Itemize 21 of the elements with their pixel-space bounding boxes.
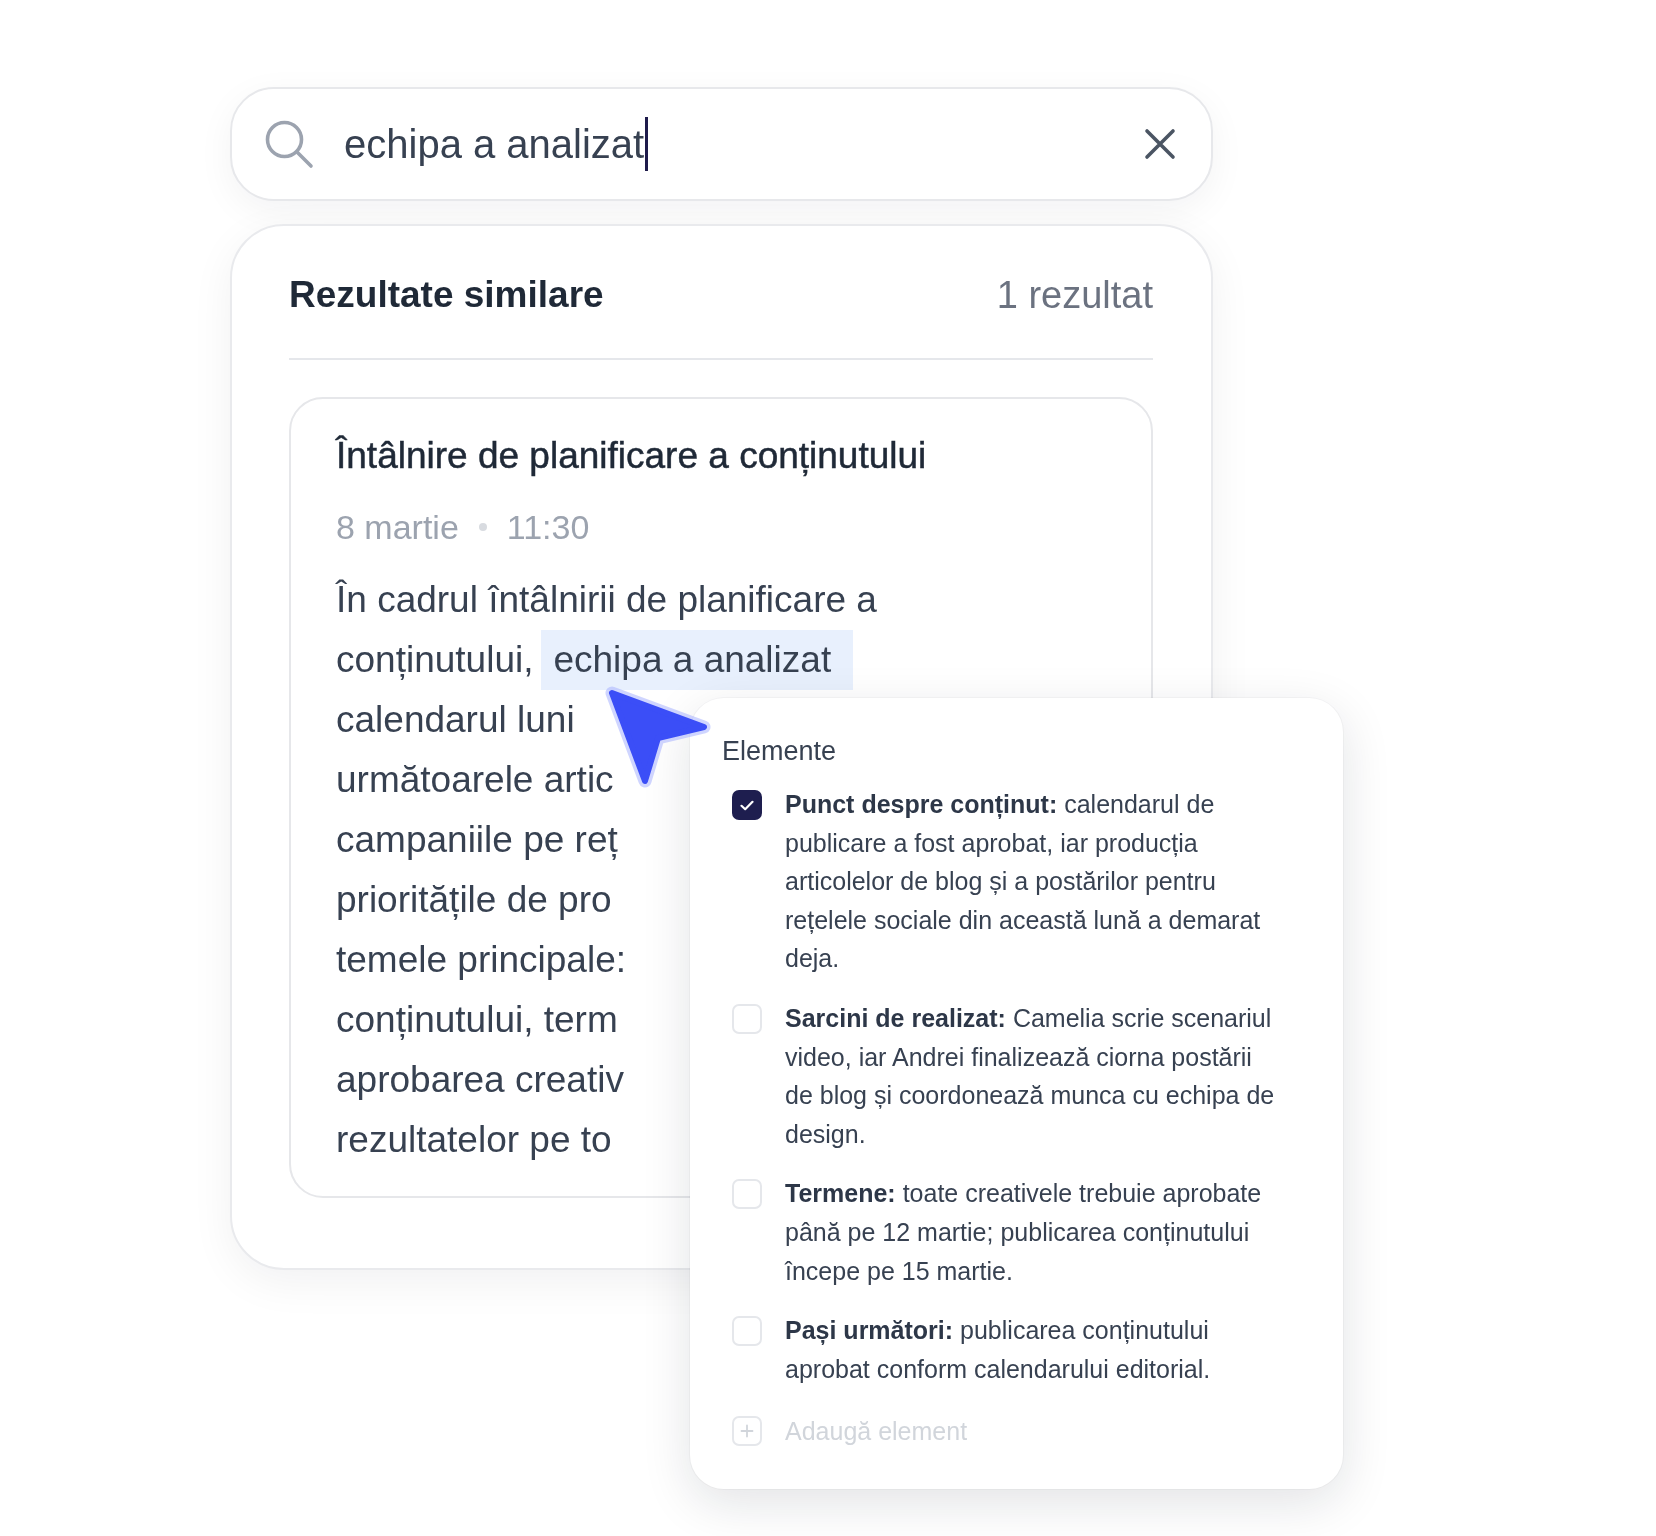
meeting-title: Întâlnire de planificare a conținutului [336,434,928,478]
checklist-item-text: Sarcini de realizat: Camelia scrie scenariul video, iar Andrei finalizează ciorna postării de blog și coordonează munca cu echipa de design. [785,1002,1276,1150]
summary-text: temele principale: [336,938,626,982]
summary-text: conținutului, term [336,998,618,1042]
results-count: 1 rezultat [996,273,1153,317]
checklist-item-text: Punct despre conținut: calendarul de publicare a fost aprobat, iar producția articolelor de blog și a postărilor pentru rețelele sociale din această lună a demarat deja. [785,789,1262,975]
results-heading: Rezultate similare [289,273,604,317]
popup-title: Elemente [722,735,838,768]
summary-text: În cadrul întâlnirii de planificare a [336,578,877,622]
summary-text: campaniile pe reț [336,818,618,862]
summary-text: următoarele artic [336,758,614,802]
checklist-item-text: Pași următori: publicarea conținutului aprobat conform calendarului editorial. [785,1315,1212,1385]
highlighted-match: echipa a analizat [541,630,854,690]
checklist-item-text: Termene: toate creativele trebuie aprobate până pe 12 martie; publicarea conținutului începe pe 15 martie. [785,1178,1263,1287]
summary-text: prioritățile de pro [336,878,612,922]
summary-text: aprobarea creativ [336,1058,624,1102]
summary-text: rezultatelor pe to [336,1118,612,1162]
meeting-date: 8 martie [336,507,459,548]
summary-text: calendarul luni [336,698,575,742]
meeting-time: 11:30 [506,507,590,548]
summary-text: conținutului, [336,638,534,682]
